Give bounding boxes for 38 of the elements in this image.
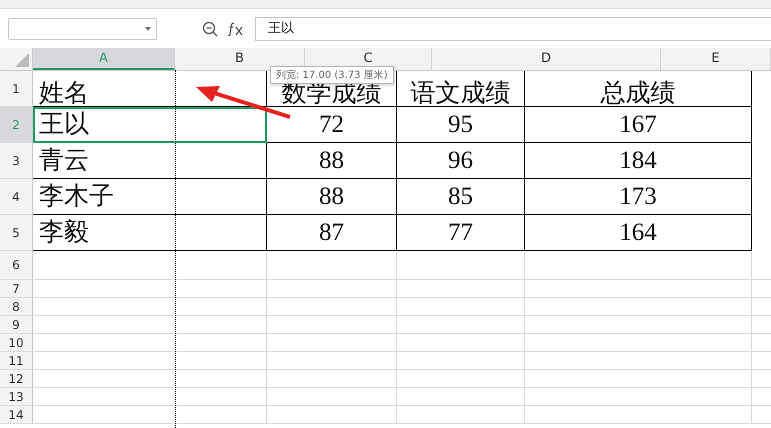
tooltip: 列宽: 17.00 (3.73 厘米) [270,66,394,84]
row-header[interactable]: 7 [0,280,33,298]
table-cell: 77 [397,215,525,251]
row-header[interactable]: 12 [0,370,33,388]
zoom-out-icon[interactable] [202,20,218,36]
row-header[interactable]: 6 [0,251,33,280]
table-cell: 李毅 [33,215,267,251]
table-cell: 184 [525,143,752,179]
table-cell: 王以 [33,107,267,143]
row-header[interactable]: 13 [0,388,33,406]
table-cell: 72 [267,107,397,143]
table-cell: 173 [525,179,752,215]
row-header[interactable]: 10 [0,334,33,352]
row-header[interactable]: 4 [0,179,33,215]
row-header[interactable]: 9 [0,316,33,334]
column-header[interactable]: E [661,48,771,70]
table-cell: 95 [397,107,525,143]
row-header[interactable]: 14 [0,406,33,424]
table-cell: 164 [525,215,752,251]
table-cell: 88 [267,143,397,179]
formula-field[interactable]: 王以 [255,16,771,40]
row-header[interactable]: 8 [0,298,33,316]
table-cell: 96 [397,143,525,179]
table-cell: 青云 [33,143,267,179]
row-header[interactable]: 11 [0,352,33,370]
caret-icon [145,26,151,30]
row-header[interactable]: 5 [0,215,33,251]
table-cell: 语文成绩 [397,71,525,107]
table-cell: 167 [525,107,752,143]
row-header[interactable]: 1 [0,71,33,107]
table-cell: 87 [267,215,397,251]
table-cell: 总成绩 [525,71,752,107]
table-cell: 88 [267,179,397,215]
table-cell: 李木子 [33,179,267,215]
function-icon[interactable] [228,22,244,36]
row-header[interactable]: 3 [0,143,33,179]
column-header[interactable]: D [432,48,661,70]
table-cell: 85 [397,179,525,215]
